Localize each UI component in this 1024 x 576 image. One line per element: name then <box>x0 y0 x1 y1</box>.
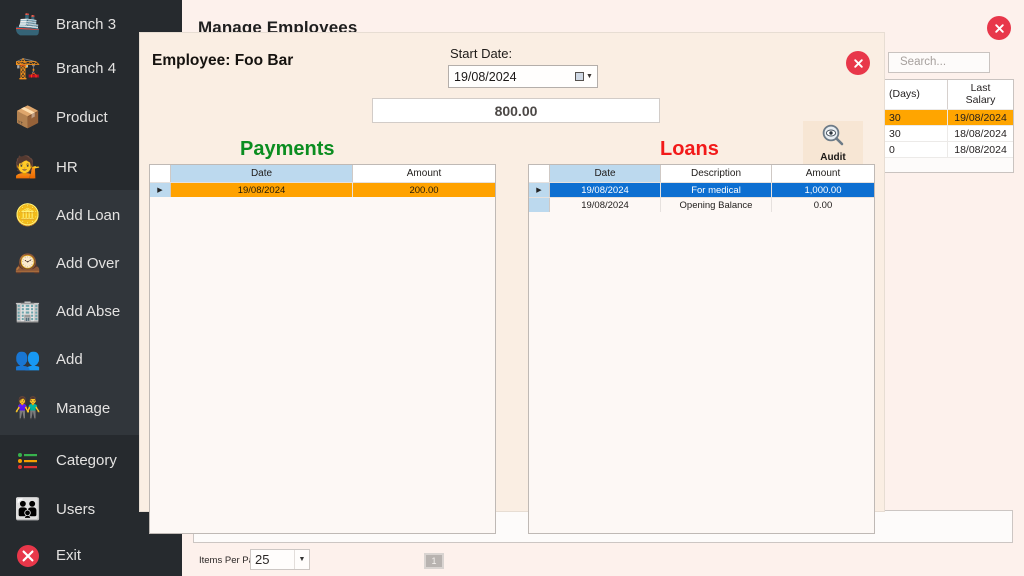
cell-description: Opening Balance <box>661 198 772 212</box>
column-header-description[interactable]: Description <box>661 165 772 182</box>
chevron-down-icon: ▼ <box>294 550 309 569</box>
cell-amount: 200.00 <box>409 184 439 196</box>
cell-days: 30 <box>885 110 949 125</box>
sidebar-item-label: Add <box>56 351 83 368</box>
start-date-picker[interactable]: 19/08/2024 ▼ <box>448 65 598 88</box>
start-date-value: 19/08/2024 <box>454 69 517 84</box>
hr-desk-icon: 💁 <box>14 156 42 179</box>
table-row[interactable]: 30 19/08/2024 <box>885 109 1013 125</box>
cell-amount: 0.00 <box>813 199 833 211</box>
sidebar-item-label: Users <box>56 501 96 518</box>
start-date-label: Start Date: <box>450 46 513 61</box>
row-selector-header <box>529 165 550 182</box>
loans-table-header: Date Description Amount <box>529 165 874 182</box>
close-icon <box>853 58 863 68</box>
table-row[interactable]: ▶ 19/08/2024 For medical 1,000.00 <box>529 182 874 197</box>
employee-detail-dialog: Employee: Foo Bar Start Date: 19/08/2024… <box>140 33 884 534</box>
add-loan-icon: 🪙 <box>14 204 42 227</box>
screen-root: Manage Employees Search... (Days) Last S… <box>0 0 1024 576</box>
sidebar-item-label: Add Loan <box>56 207 121 224</box>
column-header-date[interactable]: Date <box>171 165 353 182</box>
close-icon <box>994 23 1004 33</box>
sidebar-item-label: Add Abse <box>56 303 121 320</box>
cell-days: 30 <box>885 126 949 141</box>
cell-date: 19/08/2024 <box>171 183 353 197</box>
cell-date: 19/08/2024 <box>550 198 661 212</box>
branch-crane-icon: 🏗️ <box>14 57 42 80</box>
column-header-last-salary[interactable]: Last Salary <box>948 80 1013 109</box>
column-header-days[interactable]: (Days) <box>885 80 949 109</box>
sidebar-item-label: Add Over <box>56 255 120 272</box>
users-icon: 👪 <box>14 498 42 521</box>
payments-table-header: Date Amount <box>150 165 495 182</box>
items-per-page-select[interactable]: 25 ▼ <box>250 549 310 570</box>
sidebar-item-label: Branch 3 <box>56 16 117 33</box>
last-salary-line2: Salary <box>965 93 996 106</box>
column-header-date[interactable]: Date <box>550 165 661 182</box>
loans-section-title: Loans <box>660 138 719 160</box>
loans-table[interactable]: Date Description Amount ▶ 19/08/2024 For… <box>528 164 875 534</box>
table-row[interactable]: 0 18/08/2024 <box>885 141 1013 157</box>
cell-last-salary: 18/08/2024 <box>954 143 1007 156</box>
cell-amount: 1,000.00 <box>804 184 842 196</box>
manage-icon: 👫 <box>14 397 42 420</box>
table-row[interactable]: 19/08/2024 Opening Balance 0.00 <box>529 197 874 212</box>
calendar-dropdown-icon[interactable]: ▼ <box>571 72 597 81</box>
cell-last-salary: 19/08/2024 <box>954 111 1007 124</box>
loans-table-empty-area <box>529 212 874 532</box>
cell-date: 19/08/2024 <box>550 183 661 197</box>
cell-description: For medical <box>661 183 772 197</box>
dialog-close-button[interactable] <box>846 51 870 75</box>
pagination-page-1-button[interactable]: 1 <box>424 553 444 569</box>
audit-button-label: Audit <box>820 152 846 163</box>
table-row[interactable]: ▶ 19/08/2024 200.00 <box>150 182 495 197</box>
add-overtime-icon: 🕰️ <box>14 252 42 275</box>
sidebar-item-label: Category <box>56 452 117 469</box>
payments-table[interactable]: Date Amount ▶ 19/08/2024 200.00 <box>149 164 496 534</box>
dialog-title: Employee: Foo Bar <box>152 52 294 69</box>
payments-section-title: Payments <box>240 138 335 160</box>
last-salary-line1: Last <box>970 81 991 94</box>
add-employee-icon: 👥 <box>14 348 42 371</box>
row-selector-arrow[interactable]: ▶ <box>150 183 171 197</box>
audit-button[interactable]: Audit <box>803 121 863 165</box>
cell-days: 0 <box>885 142 949 157</box>
sidebar-item-label: Product <box>56 109 108 126</box>
employees-table[interactable]: (Days) Last Salary 30 19/08/2024 30 18/0… <box>884 79 1014 173</box>
row-selector-header <box>150 165 171 182</box>
category-list-icon <box>0 452 56 470</box>
row-selector-arrow[interactable] <box>529 198 550 212</box>
cell-last-salary: 18/08/2024 <box>954 127 1007 140</box>
employees-table-header: (Days) Last Salary <box>885 80 1013 109</box>
exit-icon <box>0 544 56 568</box>
branch-ship-icon: 🚢 <box>14 13 42 36</box>
row-selector-arrow[interactable]: ▶ <box>529 183 550 197</box>
table-row[interactable]: 30 18/08/2024 <box>885 125 1013 141</box>
magnifier-eye-icon <box>821 123 845 151</box>
items-per-page-value: 25 <box>255 552 270 567</box>
sidebar-item-exit[interactable]: Exit <box>0 531 182 576</box>
sidebar-item-label: Branch 4 <box>56 60 117 77</box>
window-close-button[interactable] <box>987 16 1011 40</box>
search-input[interactable]: Search... <box>888 52 990 73</box>
table-empty-row <box>885 157 1013 172</box>
salary-amount-field: 800.00 <box>372 98 660 123</box>
column-header-amount[interactable]: Amount <box>353 165 495 182</box>
payments-table-empty-area <box>150 197 495 533</box>
sidebar-item-label: HR <box>56 159 78 176</box>
sidebar-item-label: Exit <box>56 547 82 564</box>
sidebar-item-label: Manage <box>56 400 111 417</box>
add-absence-icon: 🏢 <box>14 300 42 323</box>
column-header-amount[interactable]: Amount <box>772 165 874 182</box>
product-box-icon: 📦 <box>14 106 42 129</box>
